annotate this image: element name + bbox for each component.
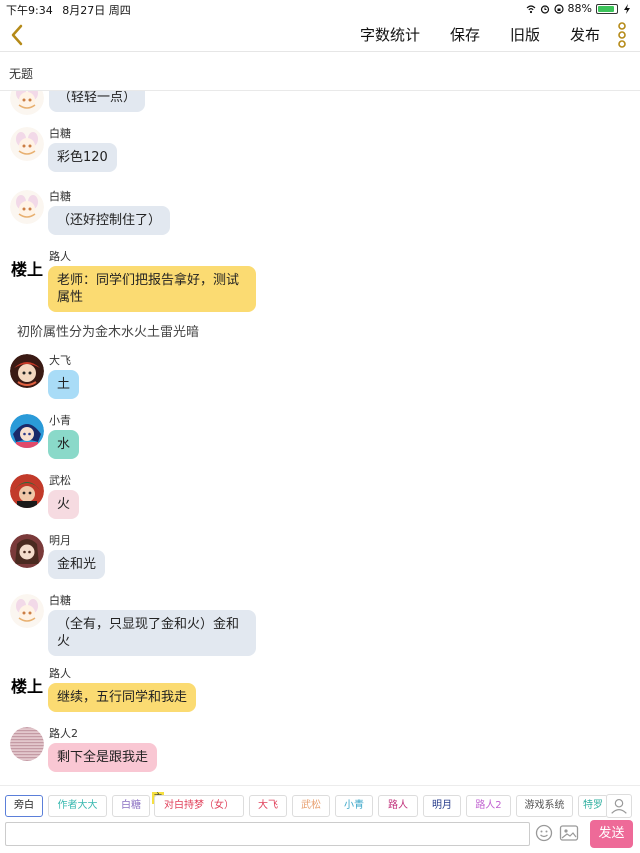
speaker-name: 白糖 — [49, 127, 71, 140]
status-right: 88% — [526, 2, 632, 15]
user-profile-icon[interactable] — [606, 794, 632, 818]
character-chip-wusong[interactable]: 武松 — [292, 795, 330, 817]
back-chevron-icon[interactable] — [4, 20, 32, 50]
message-bubble[interactable]: 金和光 — [48, 550, 106, 579]
speaker-name: 白糖 — [49, 594, 71, 607]
avatar-dafei — [10, 354, 44, 388]
character-chip-luren[interactable]: 路人 — [378, 795, 418, 817]
reply-above-badge: 楼上 — [11, 260, 44, 279]
character-chip-luren2[interactable]: 路人2 — [466, 795, 511, 817]
more-options-icon[interactable] — [612, 22, 632, 48]
charging-icon — [624, 3, 630, 14]
status-time-date: 下午9:34 8月27日 周四 — [6, 2, 131, 18]
input-bar: 发送 — [0, 818, 640, 853]
avatar-mingyue — [10, 534, 44, 568]
avatar-wusong — [10, 474, 44, 508]
message-bubble[interactable]: （全有，只显现了金和火）金和火 — [48, 610, 256, 656]
message-bubble[interactable]: 继续，五行同学和我走 — [48, 683, 197, 712]
message-bubble[interactable]: 水 — [48, 430, 80, 459]
old-version-button[interactable]: 旧版 — [510, 24, 540, 45]
character-chip-teluo[interactable]: 特罗 — [578, 795, 608, 817]
speaker-name: 白糖 — [49, 190, 71, 203]
document-title[interactable]: 无题 — [0, 53, 640, 91]
avatar-baitang — [10, 190, 44, 224]
chat-area: （轻轻一点） 白糖 彩色120 白糖 （还好控制住了） 楼上 路人 老师：同学们… — [0, 91, 640, 785]
image-icon[interactable] — [559, 824, 579, 842]
speaker-name: 路人 — [49, 250, 71, 263]
message-bubble[interactable]: 火 — [48, 490, 80, 519]
rotation-lock-icon — [553, 3, 564, 14]
character-chip-narrator[interactable]: 旁白 — [5, 795, 43, 817]
avatar-xiaoqing — [10, 414, 44, 448]
publish-button[interactable]: 发布 — [570, 24, 600, 45]
speaker-name: 路人2 — [49, 727, 78, 740]
character-chip-game-system[interactable]: 游戏系统 — [516, 795, 573, 817]
message-input[interactable] — [5, 822, 530, 846]
status-date: 8月27日 周四 — [62, 4, 131, 17]
wifi-icon — [526, 4, 535, 13]
alarm-icon — [540, 4, 549, 14]
message-bubble[interactable]: 老师：同学们把报告拿好，测试属性 — [48, 266, 256, 312]
nav-actions: 字数统计 保存 旧版 发布 — [360, 24, 600, 45]
character-chip-author[interactable]: 作者大大 — [48, 795, 107, 817]
character-chip-baitang[interactable]: 白糖 — [112, 795, 150, 817]
narration-text[interactable]: 初阶属性分为金木水火土雷光暗 — [17, 321, 199, 340]
message-bubble[interactable]: （还好控制住了） — [48, 206, 171, 235]
message-bubble[interactable]: （轻轻一点） — [49, 91, 146, 112]
battery-icon — [596, 3, 618, 14]
character-chip-dialogue-dream[interactable]: 对白持梦（女） — [154, 795, 244, 817]
top-navbar: 字数统计 保存 旧版 发布 — [0, 18, 640, 52]
speaker-name: 明月 — [49, 534, 71, 547]
character-chip-xiaoqing[interactable]: 小青 — [335, 795, 373, 817]
status-bar: 下午9:34 8月27日 周四 88% — [0, 0, 640, 18]
word-count-button[interactable]: 字数统计 — [360, 24, 420, 45]
emoji-icon[interactable] — [535, 824, 553, 842]
character-chip-dafei[interactable]: 大飞 — [249, 795, 287, 817]
send-button[interactable]: 发送 — [590, 820, 633, 848]
speaker-name: 路人 — [49, 667, 71, 680]
avatar-baitang — [10, 594, 44, 628]
speaker-name: 小青 — [49, 414, 71, 427]
message-bubble[interactable]: 土 — [48, 370, 80, 399]
speaker-name: 大飞 — [49, 354, 71, 367]
save-button[interactable]: 保存 — [450, 24, 480, 45]
character-chip-mingyue[interactable]: 明月 — [423, 795, 461, 817]
status-time: 下午9:34 — [6, 4, 53, 17]
speaker-name: 武松 — [49, 474, 71, 487]
avatar-luren2 — [10, 727, 44, 761]
avatar-baitang — [10, 127, 44, 161]
message-bubble[interactable]: 剩下全是跟我走 — [48, 743, 158, 772]
message-bubble[interactable]: 彩色120 — [48, 143, 117, 172]
reply-above-badge: 楼上 — [11, 677, 44, 696]
avatar-baitang — [10, 91, 44, 115]
battery-percent: 88% — [567, 2, 592, 15]
